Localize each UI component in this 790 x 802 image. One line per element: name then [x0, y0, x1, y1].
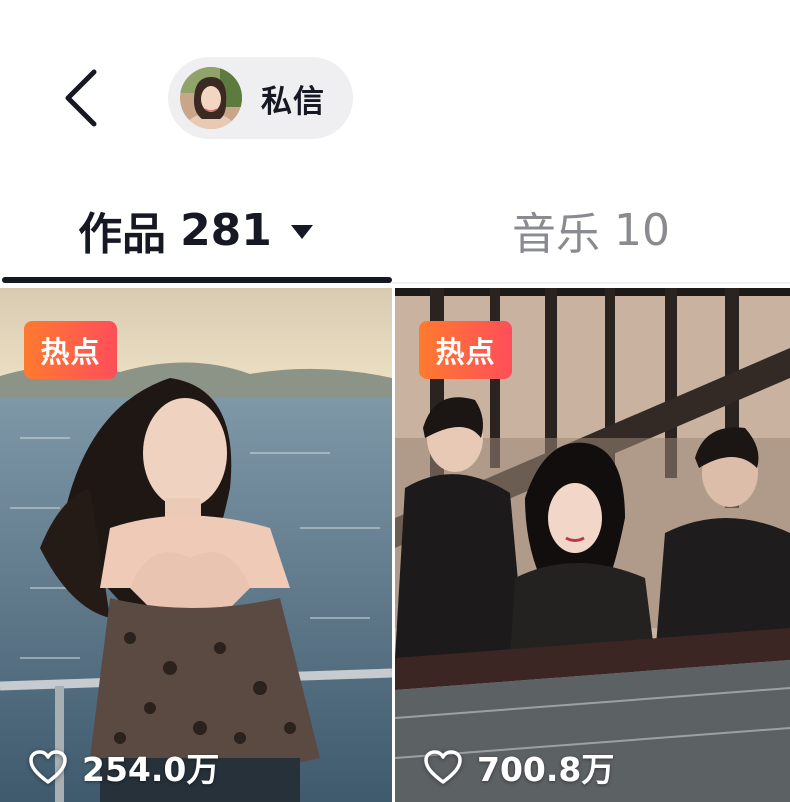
video-card[interactable]: 热点 700.8万 [395, 288, 790, 802]
heart-icon [424, 750, 462, 784]
like-stat: 700.8万 [423, 743, 614, 791]
like-count: 700.8万 [477, 750, 615, 789]
tab-music-count: 10 [614, 204, 670, 256]
tab-music[interactable]: 音乐 10 [392, 180, 790, 280]
caret-down-icon[interactable] [290, 223, 314, 241]
tab-works-count: 281 [180, 204, 272, 256]
like-stat: 254.0万 [28, 743, 219, 791]
message-label: 私信 [261, 83, 325, 120]
hot-badge: 热点 [419, 321, 512, 379]
tab-divider [392, 282, 790, 284]
like-count: 254.0万 [82, 750, 220, 789]
avatar [180, 67, 242, 129]
tab-works-label: 作品 [78, 209, 167, 260]
video-grid: 热点 254.0万 热点 700.8万 [0, 288, 790, 802]
tab-music-label: 音乐 [512, 209, 600, 260]
hot-badge: 热点 [24, 321, 117, 379]
message-button[interactable]: 私信 [168, 57, 353, 139]
top-bar: 私信 [0, 0, 790, 160]
back-button[interactable] [58, 66, 110, 130]
heart-icon [29, 750, 67, 784]
tab-works[interactable]: 作品 281 [0, 180, 392, 280]
video-card[interactable]: 热点 254.0万 [0, 288, 392, 802]
chevron-left-icon [65, 69, 97, 127]
active-tab-indicator [2, 277, 392, 283]
profile-tabs: 作品 281 音乐 10 [0, 180, 790, 290]
